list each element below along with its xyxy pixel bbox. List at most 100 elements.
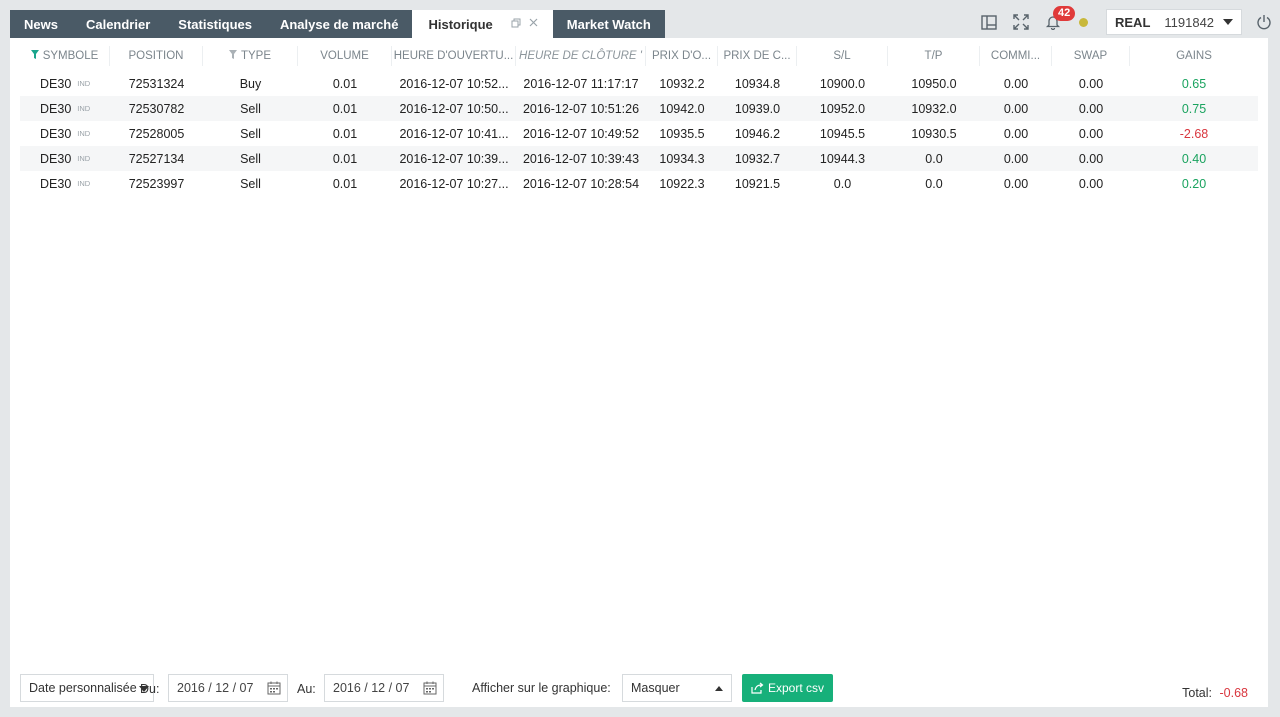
cell-type: Sell bbox=[203, 121, 298, 146]
col-prix-cloture[interactable]: PRIX DE C... bbox=[718, 46, 797, 66]
period-select[interactable]: Date personnalisée bbox=[20, 674, 154, 702]
tab-historique[interactable]: Historique bbox=[412, 10, 553, 38]
cell-open-time: 2016-12-07 10:41... bbox=[392, 121, 516, 146]
total-gains: Total: -0.68 bbox=[1182, 686, 1248, 700]
cell-tp: 10930.5 bbox=[888, 121, 980, 146]
cell-swap: 0.00 bbox=[1052, 171, 1130, 196]
cell-sl-text: 10945.5 bbox=[819, 126, 866, 141]
cell-close-price: 10932.7 bbox=[718, 146, 797, 171]
to-date-input[interactable]: 2016 / 12 / 07 bbox=[324, 674, 444, 702]
column-label: HEURE D'OUVERTU... bbox=[393, 50, 514, 62]
col-commission[interactable]: COMMI... bbox=[980, 46, 1052, 66]
from-date-input[interactable]: 2016 / 12 / 07 bbox=[168, 674, 288, 702]
cell-volume: 0.01 bbox=[298, 171, 392, 196]
app-root: News Calendrier Statistiques Analyse de … bbox=[10, 0, 1280, 717]
col-symbole[interactable]: SYMBOLE bbox=[20, 46, 110, 66]
cell-swap-text: 0.00 bbox=[1078, 76, 1104, 91]
col-prix-ouverture[interactable]: PRIX D'O... bbox=[646, 46, 718, 66]
account-mode: REAL bbox=[1115, 14, 1151, 30]
col-volume[interactable]: VOLUME bbox=[298, 46, 392, 66]
cell-commission: 0.00 bbox=[980, 171, 1052, 196]
cell-open-price-text: 10935.5 bbox=[659, 126, 705, 141]
total-label: Total: bbox=[1182, 686, 1213, 700]
cell-swap: 0.00 bbox=[1052, 96, 1130, 121]
cell-position-text: 72530782 bbox=[128, 101, 185, 116]
col-heure-ouverture[interactable]: HEURE D'OUVERTU... bbox=[392, 46, 516, 66]
tab-market-watch[interactable]: Market Watch bbox=[552, 10, 665, 38]
account-select[interactable]: REAL 1191842 bbox=[1106, 9, 1242, 35]
col-gains[interactable]: GAINS bbox=[1130, 46, 1258, 66]
table-row[interactable]: DE30 IND 72523997 Sell 0.01 2016-12-07 10:27.… bbox=[20, 171, 1258, 196]
layout-icon[interactable] bbox=[973, 8, 1005, 36]
export-csv-button[interactable]: Export csv bbox=[742, 674, 834, 702]
cell-close-time-text: 2016-12-07 10:51:26 bbox=[522, 101, 640, 116]
cell-close-price: 10939.0 bbox=[718, 96, 797, 121]
tab-calendrier[interactable]: Calendrier bbox=[71, 10, 165, 38]
fullscreen-icon[interactable] bbox=[1005, 8, 1037, 36]
cell-volume: 0.01 bbox=[298, 71, 392, 96]
table-row[interactable]: DE30 IND 72530782 Sell 0.01 2016-12-07 10:50.… bbox=[20, 96, 1258, 121]
cell-close-time: 2016-12-07 10:51:26 bbox=[516, 96, 646, 121]
filter-icon[interactable] bbox=[228, 50, 237, 62]
cell-close-time: 2016-12-07 10:39:43 bbox=[516, 146, 646, 171]
share-icon bbox=[751, 682, 764, 694]
cell-sl-text: 10944.3 bbox=[819, 151, 866, 166]
detach-icon[interactable] bbox=[509, 18, 523, 31]
cell-open-time-text: 2016-12-07 10:52... bbox=[399, 76, 509, 91]
col-swap[interactable]: SWAP bbox=[1052, 46, 1130, 66]
chart-display-value: Masquer bbox=[631, 681, 680, 695]
tab-news[interactable]: News bbox=[10, 10, 72, 38]
cell-sl: 10945.5 bbox=[797, 121, 888, 146]
cell-open-time: 2016-12-07 10:50... bbox=[392, 96, 516, 121]
cell-open-price-text: 10922.3 bbox=[659, 176, 705, 191]
cell-type-text: Sell bbox=[240, 151, 261, 166]
cell-commission-text: 0.00 bbox=[1003, 101, 1029, 116]
table-row[interactable]: DE30 IND 72527134 Sell 0.01 2016-12-07 10:39.… bbox=[20, 146, 1258, 171]
cell-volume: 0.01 bbox=[298, 146, 392, 171]
tab-analyse-de-marche[interactable]: Analyse de marché bbox=[265, 10, 413, 38]
cell-position-text: 72528005 bbox=[128, 126, 185, 141]
cell-sl-text: 10952.0 bbox=[819, 101, 866, 116]
cell-volume-text: 0.01 bbox=[332, 76, 358, 91]
cell-open-price-text: 10932.2 bbox=[659, 76, 705, 91]
cell-open-price-text: 10934.3 bbox=[659, 151, 705, 166]
chevron-up-icon bbox=[715, 686, 723, 691]
cell-swap: 0.00 bbox=[1052, 146, 1130, 171]
cell-tp: 10932.0 bbox=[888, 96, 980, 121]
calendar-icon[interactable] bbox=[423, 681, 437, 698]
cell-close-price-text: 10932.7 bbox=[734, 151, 781, 166]
col-position[interactable]: POSITION bbox=[110, 46, 203, 66]
cell-swap-text: 0.00 bbox=[1078, 176, 1104, 191]
cell-position: 72527134 bbox=[110, 146, 203, 171]
cell-commission: 0.00 bbox=[980, 71, 1052, 96]
cell-position-text: 72523997 bbox=[128, 176, 185, 191]
column-label: PRIX D'O... bbox=[651, 50, 712, 62]
cell-close-price: 10946.2 bbox=[718, 121, 797, 146]
cell-type: Sell bbox=[203, 146, 298, 171]
power-icon[interactable] bbox=[1248, 8, 1280, 36]
cell-gain-text: 0.65 bbox=[1181, 76, 1207, 91]
col-tp[interactable]: T/P bbox=[888, 46, 980, 66]
bell-icon[interactable]: 42 bbox=[1037, 6, 1076, 36]
cell-commission-text: 0.00 bbox=[1003, 176, 1029, 191]
table-row[interactable]: DE30 IND 72528005 Sell 0.01 2016-12-07 10:41.… bbox=[20, 121, 1258, 146]
cell-tp: 10950.0 bbox=[888, 71, 980, 96]
cell-sl: 10900.0 bbox=[797, 71, 888, 96]
chart-display-select[interactable]: Masquer bbox=[622, 674, 732, 702]
cell-close-time: 2016-12-07 10:49:52 bbox=[516, 121, 646, 146]
cell-position: 72531324 bbox=[110, 71, 203, 96]
close-icon[interactable] bbox=[527, 18, 541, 30]
cell-open-price-text: 10942.0 bbox=[659, 101, 705, 116]
filter-icon[interactable] bbox=[30, 50, 39, 62]
col-type[interactable]: TYPE bbox=[203, 46, 298, 66]
col-sl[interactable]: S/L bbox=[797, 46, 888, 66]
table-row[interactable]: DE30 IND 72531324 Buy 0.01 2016-12-07 10:52..… bbox=[20, 71, 1258, 96]
tab-statistiques[interactable]: Statistiques bbox=[164, 10, 266, 38]
cell-symbol: DE30 IND bbox=[20, 96, 110, 121]
cell-open-time: 2016-12-07 10:27... bbox=[392, 171, 516, 196]
calendar-icon[interactable] bbox=[267, 681, 281, 698]
cell-close-price-text: 10939.0 bbox=[734, 101, 781, 116]
cell-tp-text: 0.0 bbox=[925, 151, 943, 166]
col-heure-cloture[interactable]: HEURE DE CLÔTURE ' bbox=[516, 46, 646, 66]
column-label: SYMBOLE bbox=[42, 50, 99, 62]
